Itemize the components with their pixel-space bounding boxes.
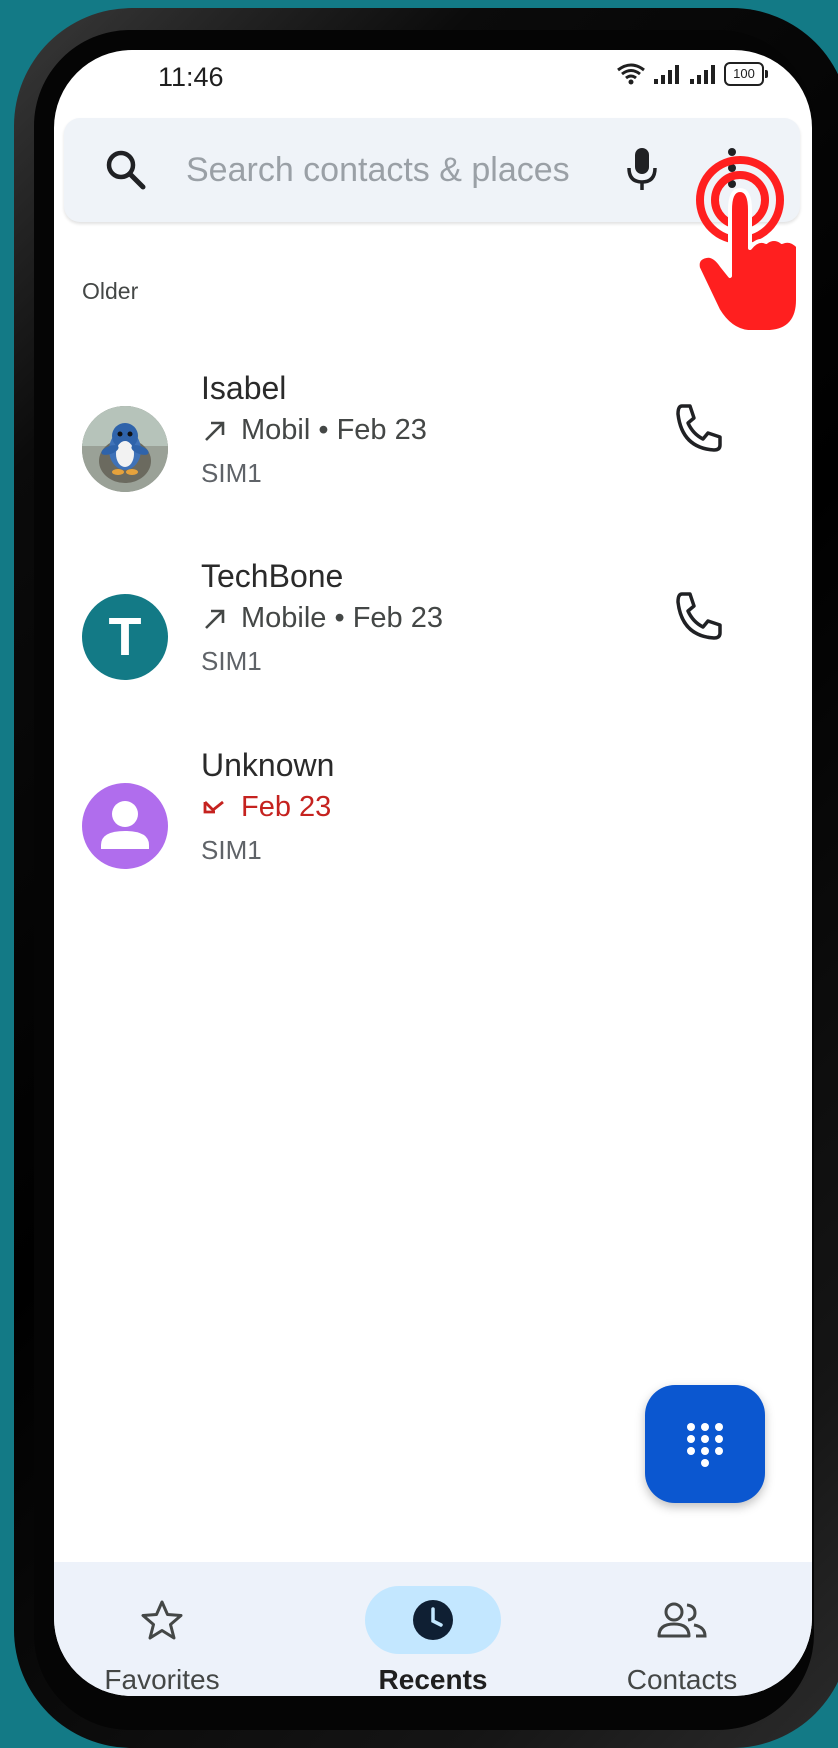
status-time: 11:46 (158, 62, 224, 92)
nav-contacts-icon-wrap (614, 1586, 750, 1654)
dialpad-icon (687, 1423, 723, 1467)
sim-label: SIM1 (201, 646, 262, 676)
call-detail: Mobile • Feb 23 (201, 602, 443, 635)
call-item-techbone[interactable]: T TechBone Mobile • Feb 23 SIM1 (54, 558, 812, 718)
nav-contacts[interactable]: Contacts (582, 1562, 782, 1696)
missed-call-icon (203, 800, 224, 813)
nav-favorites-icon-wrap (94, 1586, 230, 1654)
outgoing-call-icon (205, 609, 225, 629)
call-type-date: Mobil • Feb 23 (241, 414, 427, 446)
call-date: Feb 23 (241, 791, 332, 823)
nav-recents[interactable]: Recents (333, 1562, 533, 1696)
battery-icon: 100 (724, 62, 768, 86)
avatar-isabel (82, 406, 168, 492)
section-header-older: Older (82, 278, 139, 304)
wifi-icon (617, 63, 645, 85)
call-type-date: Mobile • Feb 23 (241, 602, 443, 634)
clock-icon (413, 1600, 453, 1640)
signal-icon (654, 65, 679, 84)
nav-label: Recents (378, 1664, 488, 1695)
tap-hand-icon (695, 156, 800, 334)
star-icon (141, 1600, 183, 1640)
nav-recents-icon-wrap (365, 1586, 501, 1654)
dialpad-button[interactable] (645, 1385, 765, 1503)
avatar-techbone: T (82, 594, 168, 680)
mic-icon[interactable] (624, 146, 660, 194)
sim-label: SIM1 (201, 835, 262, 865)
contact-name: TechBone (201, 558, 344, 594)
contact-name: Unknown (201, 747, 335, 783)
call-detail: Mobil • Feb 23 (201, 414, 427, 447)
call-detail: Feb 23 (201, 791, 331, 824)
penguin-photo (82, 406, 168, 492)
person-icon (101, 801, 149, 849)
nav-favorites[interactable]: Favorites (62, 1562, 262, 1696)
avatar-letter: T (108, 607, 142, 667)
search-icon (106, 150, 146, 190)
nav-label: Contacts (626, 1664, 738, 1695)
bottom-navigation: Favorites Recents Contacts (54, 1562, 812, 1696)
sim-label: SIM1 (201, 458, 262, 488)
call-item-unknown[interactable]: Unknown Feb 23 SIM1 (54, 747, 812, 907)
nav-label: Favorites (104, 1664, 220, 1695)
search-input[interactable] (186, 144, 586, 196)
outgoing-call-icon (205, 421, 225, 441)
contact-name: Isabel (201, 370, 287, 406)
people-icon (657, 1602, 707, 1638)
phone-icon[interactable] (666, 584, 730, 648)
signal-icon-2 (690, 65, 715, 84)
phone-icon[interactable] (666, 396, 730, 460)
phone-screen: 11:46 100 Search contacts & places Older… (54, 50, 812, 1696)
call-item-isabel[interactable]: Isabel Mobil • Feb 23 SIM1 (54, 370, 812, 530)
avatar-unknown (82, 783, 168, 869)
status-icons: 100 (616, 62, 768, 86)
